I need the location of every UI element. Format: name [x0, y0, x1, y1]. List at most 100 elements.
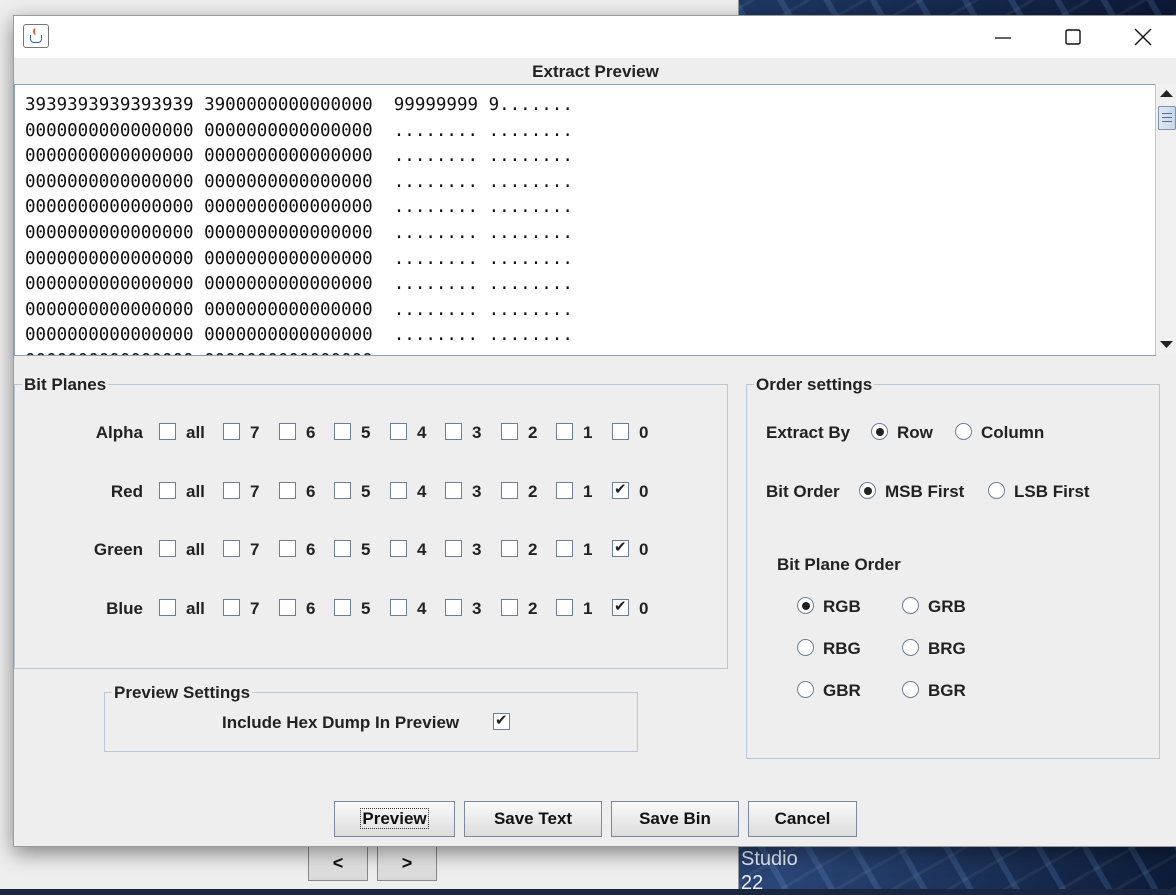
hex-dump-checkbox[interactable] [493, 711, 510, 730]
bitplane-bit-label: 6 [306, 540, 316, 559]
cancel-button[interactable]: Cancel [748, 801, 857, 837]
plane-order-bgr-label: BGR [928, 681, 966, 700]
bitplane-red-0-checkbox[interactable] [612, 480, 629, 499]
close-icon [1134, 28, 1152, 46]
bitplane-bit-label: 2 [528, 540, 538, 559]
bitplane-bit-label: 3 [472, 482, 482, 501]
bitplane-bit-label: 6 [306, 482, 316, 501]
bitplane-green-7-checkbox[interactable] [223, 540, 240, 557]
minimize-icon [995, 37, 1011, 39]
bitplane-bit-label: 2 [528, 423, 538, 442]
bitplane-blue-4-checkbox[interactable] [390, 599, 407, 616]
bitplane-blue-5-checkbox[interactable] [334, 599, 351, 616]
bitplane-red-5-checkbox[interactable] [334, 482, 351, 499]
bitplane-red-3-checkbox[interactable] [445, 482, 462, 499]
preview-text-area[interactable]: 3939393939393939 3900000000000000 999999… [14, 84, 1156, 356]
plane-order-gbr-radio[interactable] [797, 681, 814, 698]
bitplane-green-6-checkbox[interactable] [279, 540, 296, 557]
bitplane-alpha-3-checkbox[interactable] [445, 423, 462, 440]
bitplane-green-5-checkbox[interactable] [334, 540, 351, 557]
desktop-taskbar-text: Studio [741, 848, 798, 870]
bitplane-bit-label: 4 [417, 599, 427, 618]
bitplane-bit-label: 0 [639, 423, 649, 442]
bitplane-bit-label: all [186, 599, 205, 618]
bitplane-alpha-6-checkbox[interactable] [279, 423, 296, 440]
vertical-scrollbar[interactable] [1155, 84, 1176, 355]
bitplane-alpha-5-checkbox[interactable] [334, 423, 351, 440]
scroll-down-arrow[interactable] [1156, 334, 1176, 354]
minimize-button[interactable] [968, 16, 1038, 58]
bitplane-green-0-checkbox[interactable] [612, 538, 629, 557]
bitplane-blue-0-checkbox[interactable] [612, 597, 629, 616]
scroll-thumb[interactable] [1158, 106, 1176, 130]
plane-order-rbg-label: RBG [823, 639, 861, 658]
save-bin-button[interactable]: Save Bin [611, 801, 739, 837]
extract-by-row-label: Row [897, 423, 933, 442]
save-text-button[interactable]: Save Text [464, 801, 602, 837]
bitplane-blue-2-checkbox[interactable] [501, 599, 518, 616]
bitplane-blue-1-checkbox[interactable] [556, 599, 573, 616]
bitplane-bit-label: 6 [306, 423, 316, 442]
plane-order-grb-label: GRB [928, 597, 966, 616]
bitplane-alpha-all-checkbox[interactable] [159, 423, 176, 440]
title-bar[interactable] [14, 16, 1176, 58]
bitplane-bit-label: 6 [306, 599, 316, 618]
extract-by-column-radio[interactable] [955, 423, 972, 440]
bitplane-blue-7-checkbox[interactable] [223, 599, 240, 616]
bit-order-lsb-radio[interactable] [988, 482, 1005, 499]
bitplane-green-4-checkbox[interactable] [390, 540, 407, 557]
bitplane-bit-label: 3 [472, 599, 482, 618]
bitplane-row-label-green: Green [93, 540, 143, 559]
bitplane-red-1-checkbox[interactable] [556, 482, 573, 499]
plane-order-bgr-radio[interactable] [902, 681, 919, 698]
bitplane-blue-3-checkbox[interactable] [445, 599, 462, 616]
bitplane-green-1-checkbox[interactable] [556, 540, 573, 557]
bitplane-alpha-7-checkbox[interactable] [223, 423, 240, 440]
maximize-button[interactable] [1038, 16, 1108, 58]
plane-order-brg-radio[interactable] [902, 639, 919, 656]
plane-order-rbg-radio[interactable] [797, 639, 814, 656]
bitplane-red-6-checkbox[interactable] [279, 482, 296, 499]
bitplane-alpha-2-checkbox[interactable] [501, 423, 518, 440]
bit-order-label: Bit Order [766, 482, 840, 501]
java-app-icon [23, 24, 49, 48]
close-button[interactable] [1108, 16, 1176, 58]
bitplane-bit-label: 1 [583, 599, 593, 618]
bitplane-bit-label: 0 [639, 540, 649, 559]
plane-order-grb-radio[interactable] [902, 597, 919, 614]
bit-order-msb-radio[interactable] [859, 482, 876, 499]
prev-button[interactable]: < [308, 845, 368, 881]
bitplane-green-all-checkbox[interactable] [159, 540, 176, 557]
bit-order-msb-label: MSB First [885, 482, 965, 501]
preview-button[interactable]: Preview [334, 801, 455, 837]
bitplane-alpha-0-checkbox[interactable] [612, 423, 629, 440]
bitplane-green-3-checkbox[interactable] [445, 540, 462, 557]
plane-order-rgb-radio[interactable] [797, 597, 814, 614]
bitplane-bit-label: all [186, 540, 205, 559]
preview-heading: Extract Preview [532, 62, 659, 81]
scroll-up-arrow[interactable] [1156, 84, 1176, 104]
plane-order-rgb-label: RGB [823, 597, 861, 616]
extract-by-column-label: Column [981, 423, 1045, 442]
bitplane-row-label-red: Red [110, 482, 143, 501]
bitplane-blue-6-checkbox[interactable] [279, 599, 296, 616]
extract-by-row-radio[interactable] [871, 423, 888, 440]
bit-planes-title: Bit Planes [22, 375, 109, 395]
bitplane-alpha-4-checkbox[interactable] [390, 423, 407, 440]
bitplane-blue-all-checkbox[interactable] [159, 599, 176, 616]
bitplane-bit-label: 3 [472, 423, 482, 442]
bitplane-green-2-checkbox[interactable] [501, 540, 518, 557]
bitplane-bit-label: 7 [250, 482, 260, 501]
bitplane-bit-label: 7 [250, 423, 260, 442]
preview-text: 3939393939393939 3900000000000000 999999… [25, 95, 573, 355]
bitplane-alpha-1-checkbox[interactable] [556, 423, 573, 440]
bitplane-row-label-alpha: Alpha [95, 423, 143, 442]
desktop-taskbar-text-2: 22 [741, 872, 764, 894]
next-button[interactable]: > [377, 845, 437, 881]
bitplane-red-all-checkbox[interactable] [159, 482, 176, 499]
bitplane-red-7-checkbox[interactable] [223, 482, 240, 499]
plane-order-brg-label: BRG [928, 639, 966, 658]
bitplane-red-2-checkbox[interactable] [501, 482, 518, 499]
bitplane-red-4-checkbox[interactable] [390, 482, 407, 499]
hex-dump-label: Include Hex Dump In Preview [222, 713, 460, 732]
